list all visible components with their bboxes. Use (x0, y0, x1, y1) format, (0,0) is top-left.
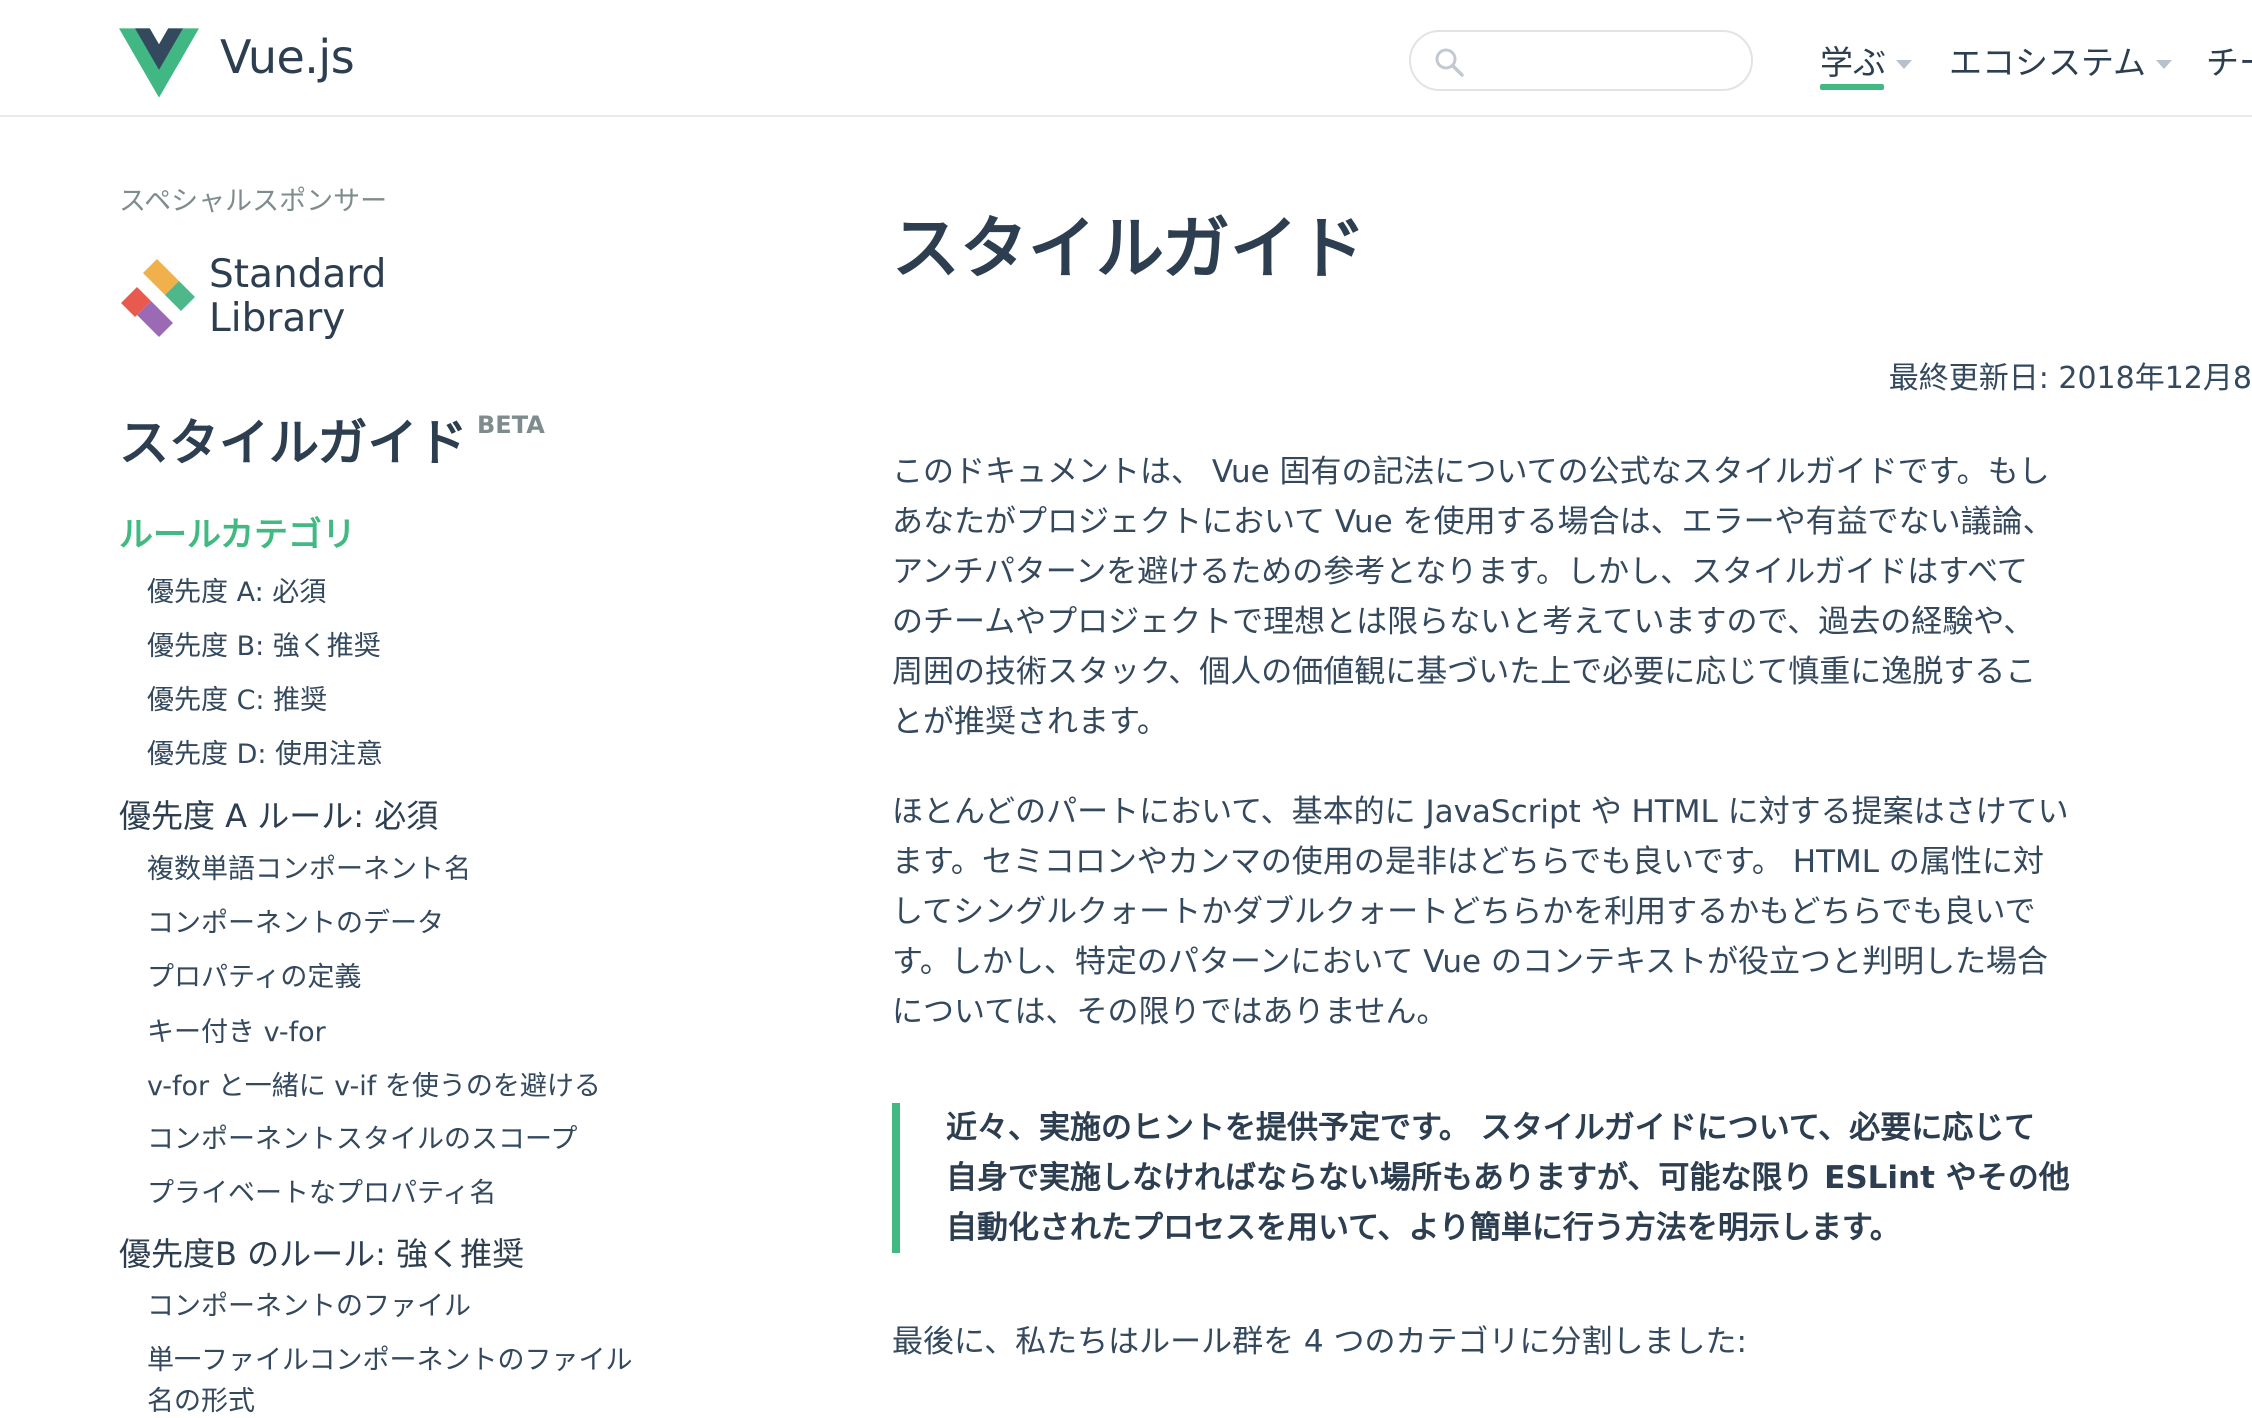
sidebar-title: スタイルガイド (119, 414, 468, 472)
top-navbar: Vue.js 学ぶ エコシステム チー (0, 0, 2252, 117)
sidebar-item-keyed-v-for[interactable]: キー付き v-for (147, 1010, 326, 1049)
chevron-down-icon (2156, 60, 2173, 69)
sidebar-item-priority-d[interactable]: 優先度 D: 使用注意 (147, 732, 383, 771)
vue-logo-icon[interactable] (119, 28, 199, 98)
sidebar-item-priority-b-rules[interactable]: 優先度B のルール: 強く推奨 (119, 1229, 524, 1275)
standard-library-logo-icon[interactable] (119, 257, 197, 339)
sidebar-item-priority-a[interactable]: 優先度 A: 必須 (147, 570, 326, 609)
sidebar-item-priority-a-rules[interactable]: 優先度 A ルール: 必須 (119, 791, 438, 837)
chevron-down-icon (1896, 60, 1912, 69)
intro-paragraph: このドキュメントは、 Vue 固有の記法についての公式なスタイルガイドです。もし… (892, 454, 2054, 740)
search-input[interactable] (1409, 30, 1753, 91)
sidebar-item-sfc-filename-casing-cont[interactable]: 名の形式 (147, 1379, 255, 1418)
sidebar-item-priority-c[interactable]: 優先度 C: 推奨 (147, 678, 327, 717)
categories-intro: 最後に、私たちはルール群を 4 つのカテゴリに分割しました: (892, 1324, 1747, 1360)
nav-learn[interactable]: 学ぶ (1820, 36, 1912, 84)
sidebar-item-component-files[interactable]: コンポーネントのファイル (147, 1284, 471, 1323)
last-updated: 最終更新日: 2018年12月8日 (1888, 361, 2252, 396)
sidebar-item-avoid-v-if-with-v-for[interactable]: v-for と一緒に v-if を使うのを避ける (147, 1064, 601, 1103)
sidebar-item-private-property-names[interactable]: プライベートなプロパティ名 (147, 1171, 496, 1210)
nav-active-indicator (1820, 84, 1884, 90)
search-icon (1435, 48, 1464, 77)
sidebar-item-multi-word-names[interactable]: 複数単語コンポーネント名 (147, 847, 471, 886)
scope-paragraph: ほとんどのパートにおいて、基本的に JavaScript や HTML に対する… (892, 794, 2069, 1030)
page-title: スタイルガイド (892, 210, 1366, 289)
site-logo-text[interactable]: Vue.js (220, 30, 355, 84)
sidebar-item-prop-definitions[interactable]: プロパティの定義 (147, 955, 361, 994)
sidebar-item-sfc-filename-casing[interactable]: 単一ファイルコンポーネントのファイル (147, 1338, 632, 1377)
beta-badge: BETA (477, 411, 545, 439)
sidebar-item-rule-categories[interactable]: ルールカテゴリ (119, 507, 356, 556)
nav-team[interactable]: チー (2206, 36, 2252, 84)
tip-callout: 近々、実施のヒントを提供予定です。 スタイルガイドについて、必要に応じて 自身で… (892, 1103, 2092, 1253)
sidebar-item-scoped-styles[interactable]: コンポーネントスタイルのスコープ (147, 1117, 577, 1156)
sponsor-label: スペシャルスポンサー (119, 186, 388, 217)
sidebar-item-priority-b[interactable]: 優先度 B: 強く推奨 (147, 624, 381, 663)
sponsor-name[interactable]: Standard Library (209, 253, 386, 341)
sidebar-item-component-data[interactable]: コンポーネントのデータ (147, 901, 444, 940)
nav-ecosystem[interactable]: エコシステム (1949, 36, 2173, 84)
